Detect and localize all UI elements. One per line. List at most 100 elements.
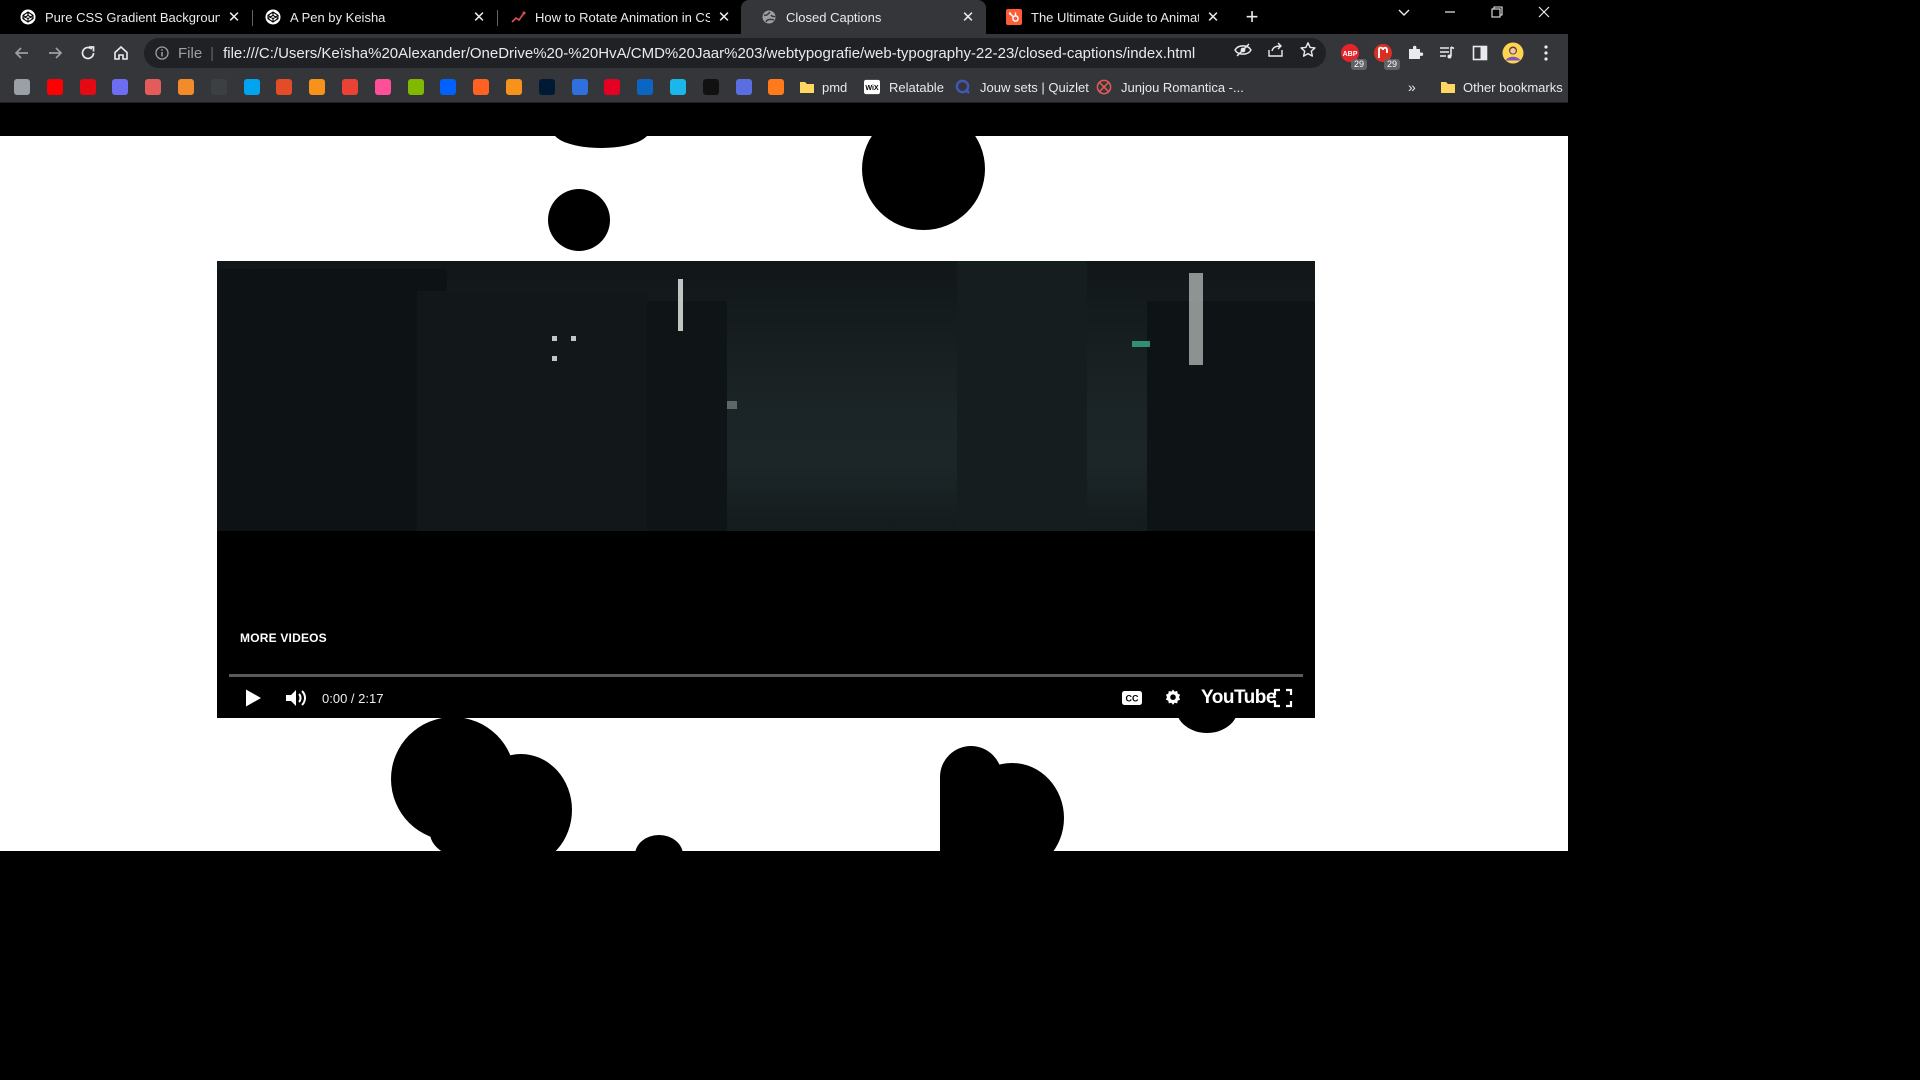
building-silhouette: [1147, 301, 1315, 531]
microsoft-bookmark-icon-2[interactable]: [407, 79, 424, 95]
tab-pure-css-gradient[interactable]: Pure CSS Gradient Background A ✕: [0, 0, 252, 34]
wattpad-bookmark-icon[interactable]: [473, 79, 490, 95]
bookmark-relatable[interactable]: Relatable: [889, 72, 944, 102]
site-icon: [510, 9, 526, 25]
tumblr-bookmark-icon[interactable]: [538, 79, 555, 95]
bitcoin-bookmark-icon[interactable]: [309, 79, 326, 95]
decorative-blob: [635, 835, 683, 875]
media-control-icon[interactable]: [1436, 42, 1458, 64]
minimize-window-button[interactable]: [1438, 5, 1462, 24]
eye-slash-icon[interactable]: [1232, 41, 1254, 59]
wifi-bookmark-icon[interactable]: [210, 79, 227, 95]
building-silhouette: [647, 301, 727, 531]
video-progress-bar[interactable]: [229, 674, 1303, 677]
pinterest-bookmark-icon[interactable]: [604, 79, 621, 95]
menu-kebab-icon[interactable]: [1535, 42, 1557, 64]
decorative-blob: [553, 114, 649, 148]
anime-bookmark-icon[interactable]: [145, 79, 162, 95]
back-arrow-icon[interactable]: [10, 41, 34, 65]
decorative-blob: [430, 803, 540, 863]
close-window-button[interactable]: [1532, 5, 1556, 24]
folder-icon: [800, 82, 814, 93]
restore-window-button[interactable]: [1485, 5, 1509, 24]
building-silhouette: [417, 291, 647, 531]
profile-avatar[interactable]: [1502, 42, 1524, 64]
puzzle-bookmark-icon[interactable]: [178, 79, 194, 95]
bookmark-junjou-romantica[interactable]: Junjou Romantica -...: [1121, 72, 1244, 102]
side-panel-icon[interactable]: [1469, 42, 1491, 64]
forward-arrow-icon[interactable]: [43, 41, 67, 65]
bookmarks-overflow-chevron[interactable]: »: [1408, 72, 1416, 102]
folder-icon: [1441, 82, 1455, 93]
tab-ultimate-guide-animation[interactable]: The Ultimate Guide to Animation ✕: [986, 0, 1231, 34]
counter-bookmark-icon[interactable]: [735, 79, 752, 95]
extensions-puzzle-icon[interactable]: [1404, 42, 1426, 64]
settings-button[interactable]: [1161, 685, 1185, 711]
other-bookmarks-folder[interactable]: Other bookmarks: [1463, 72, 1563, 102]
more-videos-label[interactable]: MORE VIDEOS: [240, 631, 327, 645]
bitcoin-bookmark-icon-2[interactable]: [506, 79, 522, 95]
decorative-blob: [548, 189, 610, 251]
video-player[interactable]: MORE VIDEOS 0:00 / 2:17 CC YouTube: [217, 261, 1315, 718]
share-icon[interactable]: [1265, 41, 1287, 59]
tab-a-pen-by-keisha[interactable]: A Pen by Keisha ✕: [245, 0, 497, 34]
reload-icon[interactable]: [76, 41, 100, 65]
linkedin-bookmark-icon[interactable]: [637, 79, 654, 95]
layers-bookmark-icon[interactable]: [14, 79, 30, 95]
closed-captions-button[interactable]: CC: [1120, 685, 1144, 711]
new-tab-button[interactable]: +: [1240, 4, 1264, 30]
url-text[interactable]: file:///C:/Users/Keïsha%20Alexander/OneD…: [223, 45, 1195, 62]
close-tab-icon[interactable]: ✕: [226, 8, 242, 26]
close-tab-icon[interactable]: ✕: [1205, 8, 1221, 26]
youtube-logo[interactable]: YouTube: [1201, 685, 1276, 711]
address-bar[interactable]: File | file:///C:/Users/Keïsha%20Alexand…: [144, 38, 1326, 68]
hubspot-icon: [1006, 9, 1022, 25]
red-extension-icon[interactable]: 29: [1372, 42, 1400, 70]
tiktok-bookmark-icon[interactable]: [702, 79, 719, 95]
r-bookmark-icon[interactable]: [571, 79, 588, 95]
gmail-bookmark-icon[interactable]: [342, 79, 358, 95]
extension-badge: 29: [1383, 59, 1400, 70]
home-icon[interactable]: [109, 41, 133, 65]
close-tab-icon[interactable]: ✕: [960, 8, 976, 26]
microsoft-bookmark-icon[interactable]: [243, 79, 260, 95]
site-info-icon[interactable]: [154, 45, 170, 61]
tab-closed-captions[interactable]: Closed Captions ✕: [741, 0, 986, 34]
netflix-bookmark-icon[interactable]: [79, 79, 96, 95]
bookmark-pmd[interactable]: pmd: [822, 72, 847, 102]
svg-text:CC: CC: [1126, 694, 1139, 704]
bookmarks-bar: pmd WiX Relatable Jouw sets | Quizlet Ju…: [0, 72, 1568, 103]
vimeo-bookmark-icon[interactable]: [670, 79, 686, 95]
adblock-extension-icon[interactable]: ABP 29: [1339, 42, 1367, 70]
dropbox-bookmark-icon[interactable]: [440, 79, 457, 95]
tab-strip: Pure CSS Gradient Background A ✕ A Pen b…: [0, 0, 1568, 34]
tab-title: Pure CSS Gradient Background A: [45, 9, 220, 25]
tab-title: A Pen by Keisha: [290, 9, 386, 25]
fire-bookmark-icon[interactable]: [768, 79, 785, 95]
cc-icon: CC: [1122, 691, 1142, 705]
tab-rotate-animation[interactable]: How to Rotate Animation in CSS ✕: [490, 0, 742, 34]
lit-window: [552, 336, 557, 341]
tab-title: How to Rotate Animation in CSS: [535, 9, 710, 25]
bookmark-quizlet[interactable]: Jouw sets | Quizlet: [980, 72, 1089, 102]
play-icon: [246, 689, 261, 707]
svg-text:ABP: ABP: [1343, 51, 1358, 58]
youtube-bookmark-icon[interactable]: [46, 79, 63, 95]
calendar-bookmark-icon[interactable]: [112, 79, 129, 95]
lit-window: [678, 279, 683, 331]
close-tab-icon[interactable]: ✕: [471, 8, 487, 26]
url-scheme-label: File: [178, 44, 203, 62]
flower-bookmark-icon[interactable]: [374, 79, 391, 95]
svg-text:WiX: WiX: [865, 84, 879, 92]
c-bookmark-icon[interactable]: [276, 79, 293, 95]
neon-sign: [1132, 341, 1150, 347]
tab-search-chevron-icon[interactable]: [1392, 5, 1416, 24]
bookmark-star-icon[interactable]: [1297, 41, 1319, 59]
volume-icon: [286, 690, 306, 706]
fullscreen-button[interactable]: [1271, 685, 1295, 711]
video-frame[interactable]: [217, 261, 1315, 531]
volume-button[interactable]: [283, 685, 309, 711]
quizlet-icon: [955, 79, 970, 94]
close-tab-icon[interactable]: ✕: [716, 8, 732, 26]
play-button[interactable]: [241, 685, 265, 711]
